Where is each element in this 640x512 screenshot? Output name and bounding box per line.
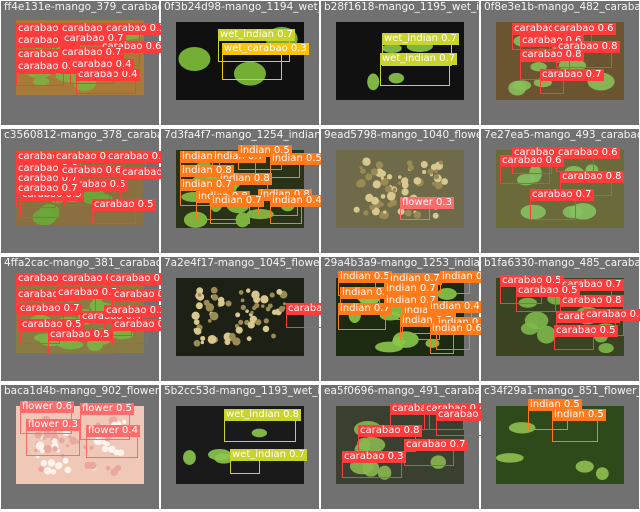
detection-label: wet_carabao 0.3 (222, 43, 309, 55)
tile-filename: ff4e131e-mango_379_carabao_0 (4, 1, 159, 13)
detection-box: carabao 0.8 (16, 61, 80, 86)
detection-label: carabao 0.8 (560, 295, 624, 307)
detection-label: indian 0.7 (384, 283, 438, 295)
detection-box: indian 0.7 (210, 195, 264, 224)
detection-box: carabao 0.5 (120, 167, 184, 198)
tile-filename: 7e27ea5-mango_493_carabao_0 (484, 129, 639, 141)
detection-box: carabao 0.3 (342, 451, 406, 478)
detection-box: wet_indian 0.7 (380, 53, 458, 86)
detection-label: carabao 0.3 (342, 451, 406, 463)
detection-box: carabao 0.5 (516, 285, 580, 312)
detection-box: carabao 0.7 (16, 183, 80, 208)
detection-box: indian 0.4 (270, 195, 324, 224)
detection-label: carabao 0.7 (540, 69, 604, 81)
detection-box: indian 0.5 (270, 153, 324, 178)
tile-filename: c3560812-mango_378_carabao_0 (4, 129, 159, 141)
detection-label: carabao 0.4 (70, 59, 134, 71)
tile-filename: baca1d4b-mango_902_flower_1 (4, 385, 159, 397)
detection-label: wet_indian 0.7 (380, 53, 458, 65)
detection-box: flower 0.3 (26, 419, 80, 456)
detection-box: carabao 0.5 (48, 329, 116, 354)
detection-label: flower 0.5 (80, 403, 134, 415)
detection-label: carabao 0.7 (530, 189, 594, 201)
detection-label: carabao 0.8 (358, 425, 422, 437)
detection-box: carabao 0.7 (436, 409, 500, 436)
detection-box: carabao 0.7 (540, 69, 604, 94)
detection-label: flower 0.3 (26, 419, 80, 431)
tile-filename: 7a2e4f17-mango_1045_flower_2 (164, 257, 319, 269)
detection-box: wet_carabao 0.3 (222, 43, 309, 80)
detection-label: carabao 0.6 (500, 155, 564, 167)
detection-label: carabao 0.5 (92, 199, 156, 211)
tile-filename: 9ead5798-mango_1040_flower_2 (324, 129, 479, 141)
detection-label: carabao 0.6 (556, 147, 620, 159)
mango-photo (176, 278, 304, 356)
tile-filename: 0f8e3e1b-mango_482_carabao_0 (484, 1, 639, 13)
tile-filename: ea5f0696-mango_491_carabao_0 (324, 385, 479, 397)
detection-label: wet_indian 0.8 (224, 409, 302, 421)
detection-label: carabao 0.7 (106, 151, 170, 163)
detection-box: carabao 0.8 (112, 319, 176, 344)
detection-label: indian 0.4 (270, 195, 324, 207)
detection-label: carabao 0.6 (60, 165, 124, 177)
detection-label: wet_indian 0.7 (218, 29, 296, 41)
detection-box: carabao 0.6 (60, 165, 124, 192)
tile-filename: b1fa6330-mango_485_carabao_0 (484, 257, 639, 269)
detection-label: carabao 0.7 (404, 439, 468, 451)
detection-box: carabao 0.5 (554, 325, 618, 350)
tile-filename: 4ffa2cac-mango_381_carabao_0 (4, 257, 159, 269)
detection-box: carabao 0.7 (530, 189, 594, 220)
detection-label: carabao 0.5 (56, 287, 120, 299)
detection-label: flower 0.3 (400, 197, 454, 209)
tile-filename: c34f29a1-mango_851_flower_1 (484, 385, 639, 397)
detection-box: carabao 0.5 (92, 199, 156, 224)
tile-filename: 0f3b24d98-mango_1194_wet_indian_2 (164, 1, 319, 13)
detection-label: wet_indian 0.7 (230, 449, 308, 461)
detection-label: indian 0.5 (552, 409, 606, 421)
detection-label: indian 0.7 (210, 195, 264, 207)
detection-box: carabao 0.7 (404, 439, 468, 466)
tile-filename: 29a4b3a9-mango_1253_indian_4 (324, 257, 479, 269)
detection-box: indian 0.7 (338, 303, 392, 330)
detection-box: indian 0.6 (430, 323, 484, 354)
detection-label: indian 0.7 (180, 179, 234, 191)
detection-box: carabao 0.4 (70, 59, 134, 84)
detection-label: flower 0.4 (86, 425, 140, 437)
detection-label: carabao 0.7 (60, 47, 124, 59)
detection-box: wet_indian 0.8 (224, 409, 302, 442)
detection-label: indian 0.5 (270, 153, 324, 165)
detection-label: carabao 0.8 (584, 309, 640, 321)
detection-label: carabao 0.5 (554, 325, 618, 337)
detection-label: wet_indian 0.7 (382, 33, 460, 45)
detection-label: carabao 0.7 (18, 303, 82, 315)
detection-label: carabao 0.6 (552, 23, 616, 35)
tile-filename: 7d3fa4f7-mango_1254_indian_4 (164, 129, 319, 141)
detection-label: carabao 0.8 (520, 49, 584, 61)
detection-label: indian 0.5 (338, 271, 392, 283)
detection-label: flower 0.6 (20, 401, 74, 413)
detection-box: carabao 0.6 (500, 155, 564, 184)
detection-box: flower 0.4 (86, 425, 140, 458)
tile-filename: b28f1618-mango_1195_wet_indian_4 (324, 1, 479, 13)
tile-filename: 5b2cc53d-mango_1193_wet_indian_2 (164, 385, 319, 397)
detection-box: flower 0.3 (400, 197, 454, 220)
detection-box: indian 0.5 (552, 409, 606, 442)
detection-label: carabao 0.3 (104, 305, 168, 317)
detection-label: indian 0.6 (430, 323, 484, 335)
detection-label: carabao 0.5 (48, 329, 112, 341)
detection-label: indian 0.4 (428, 301, 482, 313)
detection-box: indian 0.3 (440, 271, 494, 294)
detection-label: carabao 0.8 (560, 171, 624, 183)
detection-box: wet_indian 0.7 (230, 449, 308, 474)
